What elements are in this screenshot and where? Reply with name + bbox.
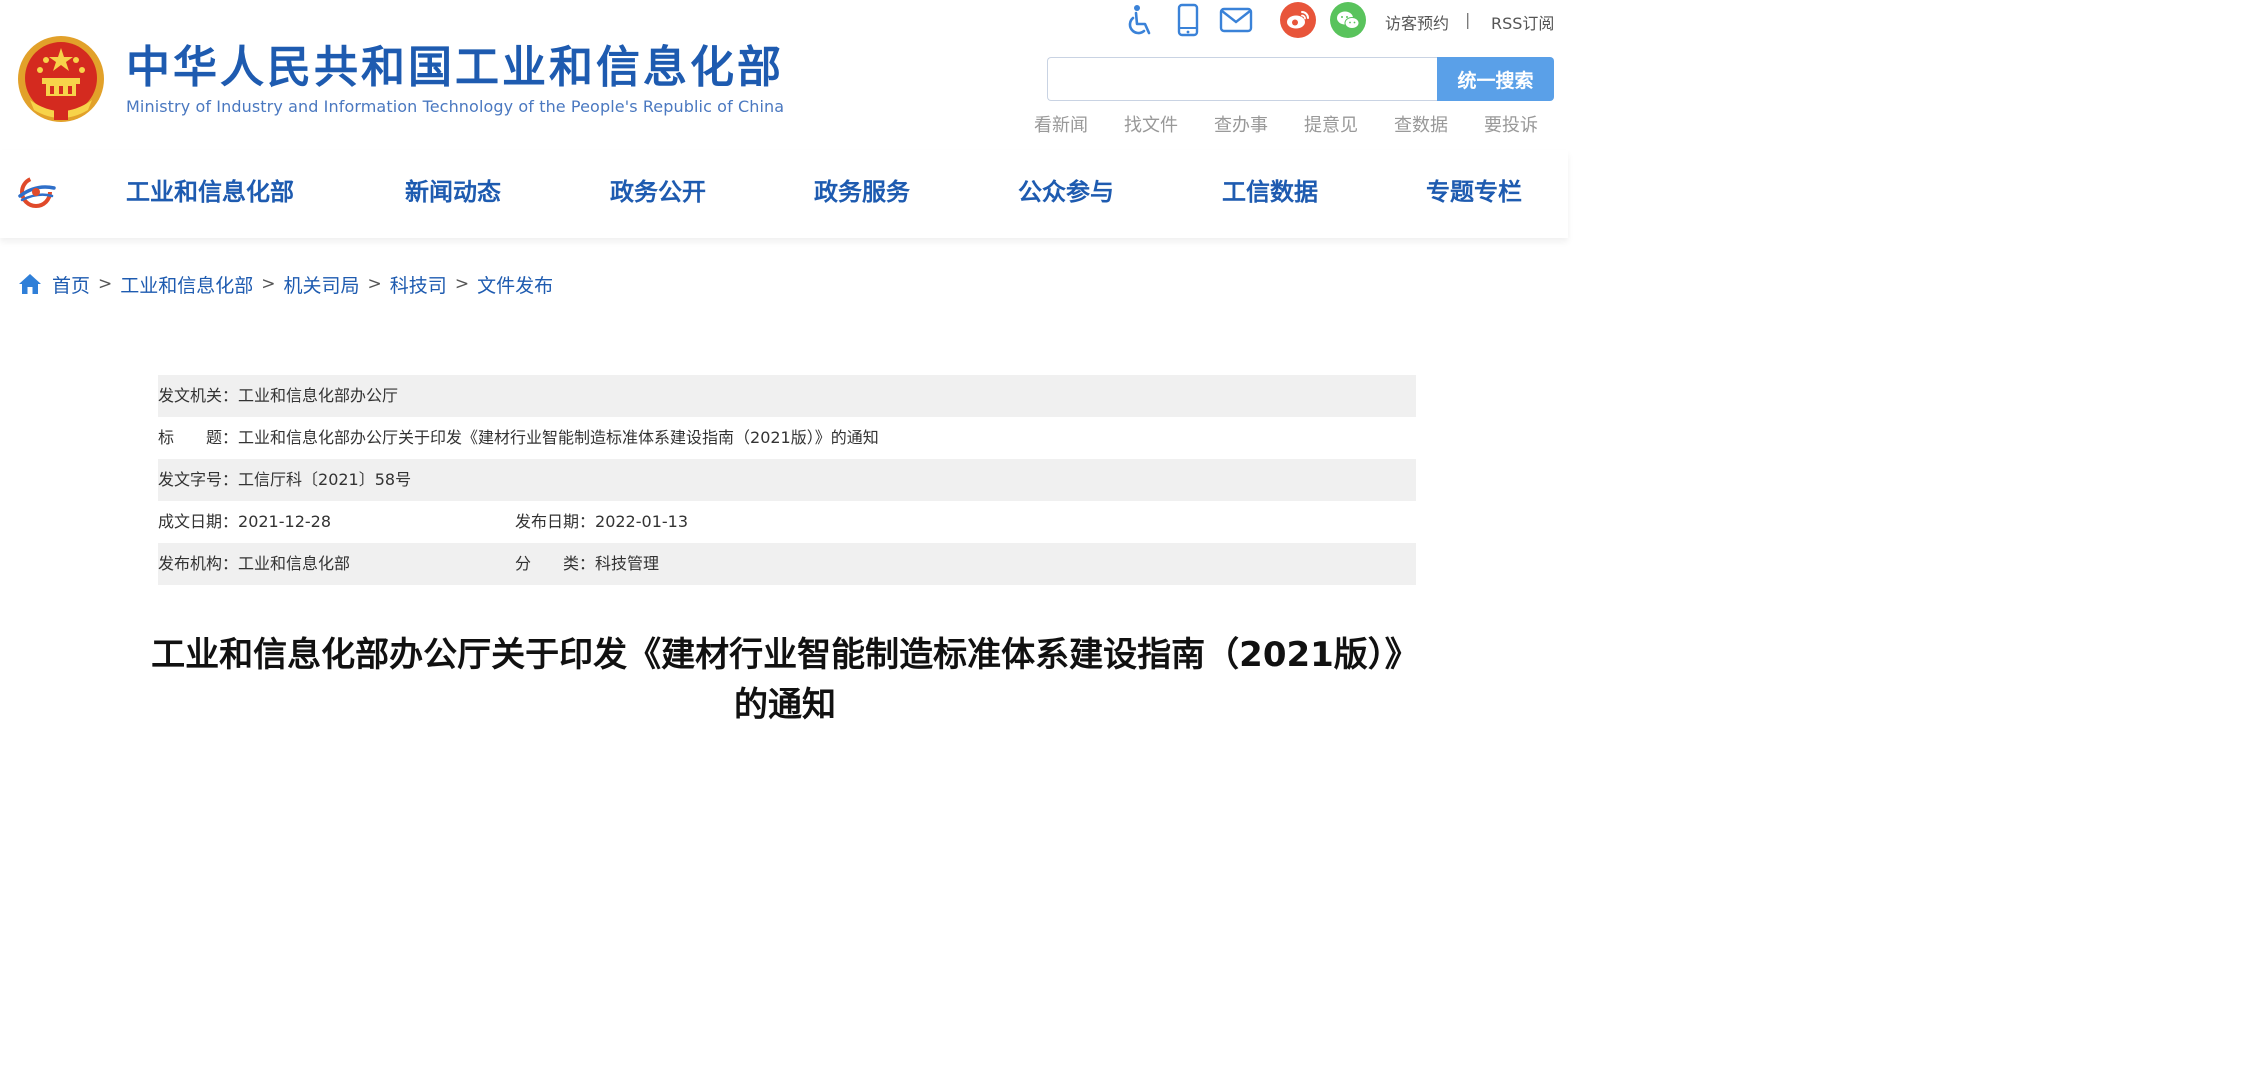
toolbar-separator: | [1465, 10, 1471, 29]
site-title-cn[interactable]: 中华人民共和国工业和信息化部 [126, 40, 784, 96]
quick-link-news[interactable]: 看新闻 [1034, 111, 1088, 137]
issuer-value: 工业和信息化部办公厅 [238, 386, 399, 405]
top-toolbar: 访客预约 | RSS订阅 [1108, 0, 1568, 44]
category-value: 科技管理 [595, 554, 660, 573]
quick-link-complaints[interactable]: 要投诉 [1484, 111, 1538, 137]
nav-item-data[interactable]: 工信数据 [1222, 172, 1318, 207]
miit-logo-icon[interactable] [14, 170, 58, 214]
nav-item-news[interactable]: 新闻动态 [405, 172, 501, 207]
document-meta-table: 发文机关：工业和信息化部办公厅 标 题：工业和信息化部办公厅关于印发《建材行业智… [158, 375, 1416, 585]
title-value: 工业和信息化部办公厅关于印发《建材行业智能制造标准体系建设指南（2021版）》的… [238, 428, 879, 447]
wechat-icon[interactable] [1330, 2, 1366, 38]
publish-date-value: 2022-01-13 [595, 512, 688, 531]
mail-icon[interactable] [1218, 2, 1254, 38]
unified-search-button[interactable]: 统一搜索 [1437, 57, 1554, 101]
meta-row-doc-number: 发文字号：工信厅科〔2021〕58号 [158, 459, 1416, 501]
publisher-label: 发布机构： [158, 554, 239, 573]
meta-row-publisher: 发布机构：工业和信息化部 分 类：科技管理 [158, 543, 1416, 585]
written-date-value: 2021-12-28 [238, 512, 331, 531]
breadcrumb-separator: > [98, 274, 113, 294]
publish-date-label: 发布日期： [515, 512, 596, 531]
quick-link-feedback[interactable]: 提意见 [1304, 111, 1358, 137]
rss-subscribe-link[interactable]: RSS订阅 [1491, 10, 1554, 34]
breadcrumb-separator: > [261, 274, 276, 294]
accessibility-icon[interactable] [1121, 2, 1157, 38]
breadcrumb-home[interactable]: 首页 [52, 271, 90, 298]
quick-link-data[interactable]: 查数据 [1394, 111, 1448, 137]
site-title-en[interactable]: Ministry of Industry and Information Tec… [126, 97, 784, 116]
article-title-line2: 的通知 [734, 685, 836, 725]
breadcrumb: 首页 > 工业和信息化部 > 机关司局 > 科技司 > 文件发布 [18, 270, 553, 298]
title-label: 标 题： [158, 428, 239, 447]
nav-item-special-topics[interactable]: 专题专栏 [1426, 172, 1522, 207]
written-date-label: 成文日期： [158, 512, 239, 531]
breadcrumb-file-release[interactable]: 文件发布 [477, 271, 553, 298]
quick-links: 看新闻 找文件 查办事 提意见 查数据 要投诉 [1034, 111, 1554, 139]
weibo-icon[interactable] [1280, 2, 1316, 38]
breadcrumb-separator: > [454, 274, 470, 294]
breadcrumb-departments[interactable]: 机关司局 [284, 271, 360, 298]
article-title: 工业和信息化部办公厅关于印发《建材行业智能制造标准体系建设指南（2021版）》 … [140, 630, 1430, 730]
breadcrumb-ministry[interactable]: 工业和信息化部 [120, 271, 253, 298]
nav-item-gov-services[interactable]: 政务服务 [814, 172, 910, 207]
article-title-line1: 工业和信息化部办公厅关于印发《建材行业智能制造标准体系建设指南（2021版）》 [151, 635, 1419, 675]
visitor-appointment-link[interactable]: 访客预约 [1385, 10, 1449, 34]
nav-item-public-participation[interactable]: 公众参与 [1018, 172, 1114, 207]
breadcrumb-separator: > [367, 274, 382, 294]
search-input[interactable] [1047, 57, 1437, 101]
publisher-value: 工业和信息化部 [238, 554, 351, 573]
doc-number-value: 工信厅科〔2021〕58号 [238, 470, 412, 489]
nav-item-gov-affairs[interactable]: 政务公开 [610, 172, 706, 207]
mobile-icon[interactable] [1170, 2, 1206, 38]
category-label: 分 类： [515, 554, 596, 573]
national-emblem-icon[interactable] [16, 34, 106, 124]
breadcrumb-science-tech-dept[interactable]: 科技司 [390, 271, 447, 298]
quick-link-files[interactable]: 找文件 [1124, 111, 1178, 137]
main-nav: 工业和信息化部 新闻动态 政务公开 政务服务 公众参与 工信数据 专题专栏 [0, 150, 1568, 238]
meta-row-title: 标 题：工业和信息化部办公厅关于印发《建材行业智能制造标准体系建设指南（2021… [158, 417, 1416, 459]
doc-number-label: 发文字号： [158, 470, 239, 489]
home-icon[interactable] [18, 272, 42, 296]
issuer-label: 发文机关： [158, 386, 239, 405]
nav-item-ministry[interactable]: 工业和信息化部 [126, 172, 294, 207]
meta-row-dates: 成文日期：2021-12-28 发布日期：2022-01-13 [158, 501, 1416, 543]
quick-link-services[interactable]: 查办事 [1214, 111, 1268, 137]
site-header: 中华人民共和国工业和信息化部 Ministry of Industry and … [0, 0, 1568, 150]
meta-row-issuer: 发文机关：工业和信息化部办公厅 [158, 375, 1416, 417]
